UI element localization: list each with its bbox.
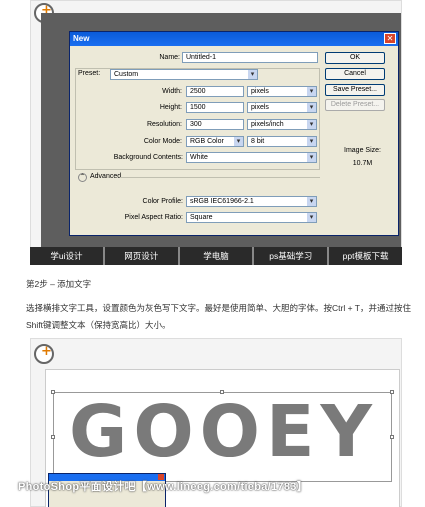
color-profile-select[interactable]: sRGB IEC61966-2.1	[186, 196, 317, 207]
nav-item-computer[interactable]: 学电脑	[180, 247, 255, 265]
height-label: Height:	[159, 104, 182, 111]
width-unit-select[interactable]: pixels	[247, 86, 317, 97]
name-label: Name:	[159, 54, 180, 61]
cancel-button[interactable]: Cancel	[325, 68, 385, 80]
step-heading: 第2步 – 添加文字	[26, 279, 92, 289]
chevron-up-icon: ⌃	[78, 173, 87, 182]
image-size-readout: Image Size: 10.7M	[335, 147, 390, 167]
nav-item-web-design[interactable]: 网页设计	[105, 247, 180, 265]
resolution-unit-select[interactable]: pixels/inch	[247, 119, 317, 130]
close-icon[interactable]: ✕	[384, 33, 396, 44]
expand-plus-icon-2[interactable]	[34, 344, 54, 364]
transform-handle[interactable]	[51, 435, 55, 439]
color-mode-select[interactable]: RGB Color	[186, 136, 244, 147]
page: New ✕ Name: Untitled-1 Preset: Custom Wi…	[0, 0, 425, 507]
delete-preset-button: Delete Preset...	[325, 99, 385, 111]
resolution-label: Resolution:	[146, 121, 182, 128]
preset-select[interactable]: Custom	[110, 69, 258, 80]
color-mode-label: Color Mode:	[143, 138, 182, 145]
name-field[interactable]: Untitled-1	[182, 52, 318, 63]
width-field[interactable]: 2500	[186, 86, 244, 97]
transform-handle[interactable]	[390, 390, 394, 394]
nav-item-ui-design[interactable]: 学ui设计	[30, 247, 105, 265]
image-size-label: Image Size:	[344, 147, 381, 154]
nav-item-ps-basics[interactable]: ps基础学习	[254, 247, 330, 265]
advanced-divider	[120, 177, 320, 178]
image-size-value: 10.7M	[352, 160, 373, 167]
preset-label: Preset:	[78, 70, 101, 77]
background-select[interactable]: White	[186, 152, 317, 163]
dialog-title: New	[70, 32, 398, 46]
transform-handle[interactable]	[390, 435, 394, 439]
transform-bounding-box[interactable]	[51, 390, 394, 482]
pixel-aspect-label: Pixel Aspect Ratio:	[124, 214, 183, 221]
ok-button[interactable]: OK	[325, 52, 385, 64]
step-paragraph: 选择横排文字工具，设置颜色为灰色写下文字。最好是使用简单、大胆的字体。按Ctrl…	[26, 303, 411, 330]
resolution-field[interactable]: 300	[186, 119, 244, 130]
height-field[interactable]: 1500	[186, 102, 244, 113]
transform-handle[interactable]	[51, 390, 55, 394]
color-profile-label: Color Profile:	[142, 198, 183, 205]
background-label: Background Contents:	[113, 154, 183, 161]
new-document-dialog: New ✕ Name: Untitled-1 Preset: Custom Wi…	[69, 31, 399, 236]
advanced-label: Advanced	[90, 173, 122, 180]
nav-item-ppt-templates[interactable]: ppt模板下载	[329, 247, 402, 265]
pixel-aspect-select[interactable]: Square	[186, 212, 317, 223]
width-label: Width:	[162, 88, 182, 95]
save-preset-button[interactable]: Save Preset...	[325, 84, 385, 96]
site-navbar: 学ui设计 网页设计 学电脑 ps基础学习 ppt模板下载	[30, 247, 402, 265]
advanced-toggle[interactable]: ⌃ Advanced	[78, 173, 121, 182]
height-unit-select[interactable]: pixels	[247, 102, 317, 113]
transform-handle[interactable]	[220, 390, 224, 394]
watermark: PhotoShop平面设计吧【www.lineeg.com/tieba/1783…	[18, 481, 308, 493]
screenshot-frame-1: New ✕ Name: Untitled-1 Preset: Custom Wi…	[30, 0, 402, 265]
bit-depth-select[interactable]: 8 bit	[247, 136, 317, 147]
